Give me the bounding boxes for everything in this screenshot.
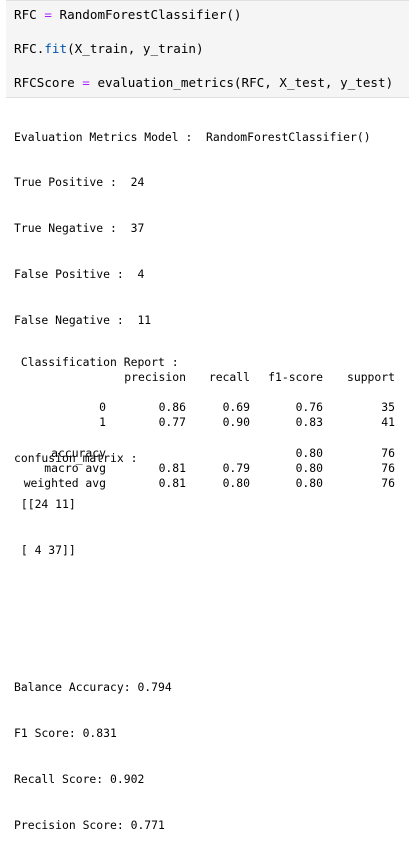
row-support: 76	[381, 445, 395, 460]
row-precision: 0.77	[158, 415, 186, 430]
row-label: macro avg	[44, 460, 106, 475]
header-recall: recall	[208, 370, 250, 385]
code-cell[interactable]: RFC = RandomForestClassifier() RFC.fit(X…	[6, 0, 409, 98]
header-precision: precision	[124, 370, 186, 385]
report-row: 1 0.77 0.90 0.83 41	[14, 415, 409, 430]
metrics-call: evaluation_metrics(RFC, X_test, y_test)	[97, 75, 394, 90]
output-line: Precision Score: 0.771	[14, 817, 165, 832]
row-precision: 0.81	[158, 475, 186, 490]
code-line-3[interactable]: RFCScore = evaluation_metrics(RFC, X_tes…	[14, 74, 393, 91]
variable-rfcscore: RFCScore	[14, 75, 75, 90]
row-f1-score: 0.80	[295, 475, 323, 490]
row-precision: 0.81	[158, 460, 186, 475]
header-support: support	[346, 370, 395, 385]
row-f1-score: 0.76	[295, 400, 323, 415]
report-row-blank	[14, 385, 409, 400]
report-row: weighted avg 0.81 0.80 0.80 76	[14, 476, 409, 491]
output-line: True Positive : 24	[14, 175, 145, 190]
output-line: F1 Score: 0.831	[14, 726, 117, 741]
report-row: accuracy 0.80 76	[14, 446, 409, 461]
row-label: accuracy	[51, 445, 106, 460]
assign-operator: =	[82, 75, 90, 90]
row-recall: 0.80	[222, 475, 250, 490]
output-line: False Positive : 4	[14, 267, 145, 282]
report-row-blank	[14, 430, 409, 445]
code-line-1[interactable]: RFC = RandomForestClassifier()	[14, 6, 242, 23]
row-label: weighted avg	[23, 475, 106, 490]
output-line: [[24 11]	[14, 496, 76, 511]
object-rfc: RFC	[14, 41, 37, 56]
assign-operator: =	[44, 7, 52, 22]
row-label: 0	[99, 400, 106, 415]
fit-arguments: (X_train, y_train)	[67, 41, 204, 56]
output-line: False Negative : 11	[14, 313, 152, 328]
row-recall: 0.90	[222, 415, 250, 430]
row-support: 76	[381, 460, 395, 475]
row-support: 76	[381, 475, 395, 490]
variable-rfc: RFC	[14, 7, 37, 22]
report-row: macro avg 0.81 0.79 0.80 76	[14, 461, 409, 476]
row-label: 1	[99, 415, 106, 430]
row-f1-score: 0.80	[295, 460, 323, 475]
row-support: 41	[381, 415, 395, 430]
report-title-row: Classification Report :	[14, 355, 409, 370]
output-line: [ 4 37]]	[14, 542, 76, 557]
row-support: 35	[381, 400, 395, 415]
row-precision: 0.86	[158, 400, 186, 415]
output-line: Evaluation Metrics Model : RandomForestC…	[14, 129, 371, 144]
output-line: True Negative : 37	[14, 221, 145, 236]
output-line: Balance Accuracy: 0.794	[14, 680, 172, 695]
row-f1-score: 0.80	[295, 445, 323, 460]
report-row: 0 0.86 0.69 0.76 35	[14, 400, 409, 415]
code-line-2[interactable]: RFC.fit(X_train, y_train)	[14, 40, 204, 57]
fit-method: fit	[44, 41, 68, 56]
row-recall: 0.69	[222, 400, 250, 415]
header-f1-score: f1-score	[268, 370, 323, 385]
report-title: Classification Report :	[14, 355, 179, 369]
row-recall: 0.79	[222, 460, 250, 475]
row-f1-score: 0.83	[295, 415, 323, 430]
constructor-call: RandomForestClassifier()	[59, 7, 242, 22]
classification-report: Classification Report : precision recall…	[14, 355, 409, 491]
report-header-row: precision recall f1-score support	[14, 370, 409, 385]
output-line: Recall Score: 0.902	[14, 772, 145, 787]
